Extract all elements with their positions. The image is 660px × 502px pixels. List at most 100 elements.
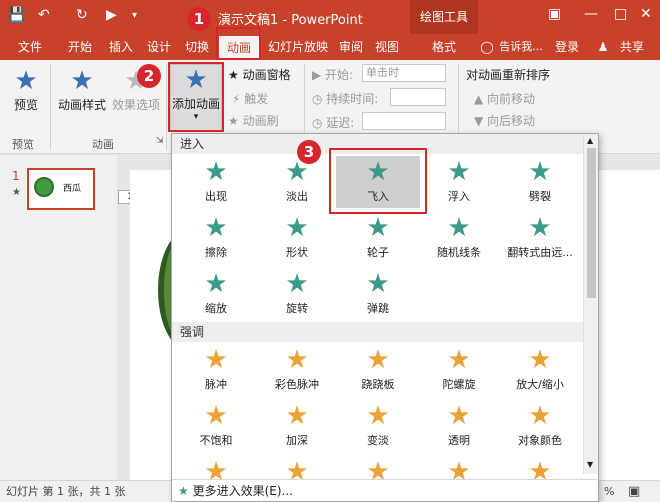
star-icon: ★ xyxy=(204,345,228,375)
animation-marker-icon: ★ xyxy=(12,187,21,198)
emphasis-effect-label: 跷跷板 xyxy=(361,378,395,391)
play-icon: ▶ xyxy=(312,68,326,82)
star-icon: ★ xyxy=(447,401,471,431)
emphasis-effect-item[interactable]: ★ 加深 xyxy=(255,400,339,452)
redo-icon[interactable]: ↻ xyxy=(76,7,88,23)
tab-home[interactable]: 开始 xyxy=(60,34,100,60)
duration-field[interactable] xyxy=(390,88,446,106)
entrance-effect-item[interactable]: ★ 淡出 xyxy=(255,156,339,208)
maximize-icon[interactable]: □ xyxy=(614,6,627,22)
star-icon: ★ xyxy=(204,157,228,187)
star-icon: ★ xyxy=(285,345,309,375)
emphasis-effect-item[interactable]: ★ 透明 xyxy=(417,400,501,452)
start-label: ▶ 开始: xyxy=(312,68,354,82)
tab-view[interactable]: 视图 xyxy=(370,34,404,60)
move-later-button[interactable]: ▼ 向后移动 xyxy=(474,112,535,129)
emphasis-effect-label: 加深 xyxy=(286,434,308,447)
emphasis-effect-item[interactable]: ★ 陀螺旋 xyxy=(417,344,501,396)
more-entrance-effects[interactable]: ★ 更多进入效果(E)... xyxy=(172,479,598,501)
entrance-effect-label: 翻转式由远... xyxy=(507,246,573,259)
emphasis-effect-item[interactable]: ★ 变淡 xyxy=(336,400,420,452)
star-icon: ★ xyxy=(447,345,471,375)
emphasis-effect-label: 陀螺旋 xyxy=(442,378,476,391)
animation-pane-button[interactable]: ★ 动画窗格 xyxy=(228,66,291,83)
preview-button[interactable]: ★ 预览 xyxy=(8,66,44,113)
scroll-thumb[interactable] xyxy=(587,148,596,298)
start-select[interactable]: 单击时 xyxy=(362,64,446,82)
ribbon-tabs: 文件 开始 插入 设计 切换 动画 幻灯片放映 审阅 视图 格式 ◯ 告诉我..… xyxy=(0,34,660,60)
tell-me-box[interactable]: 告诉我... xyxy=(496,34,546,60)
scroll-down-icon[interactable]: ▼ xyxy=(587,460,593,469)
separator xyxy=(50,64,51,150)
group-animation-label: 动画 xyxy=(92,138,114,151)
dialog-launcher-icon[interactable]: ⇲ xyxy=(156,136,164,146)
share-button[interactable]: 共享 xyxy=(612,34,652,60)
slide-info: 幻灯片 第 1 张，共 1 张 xyxy=(6,485,126,498)
entrance-effect-item[interactable]: ★ 劈裂 xyxy=(498,156,582,208)
trigger-button[interactable]: ⚡ 触发 xyxy=(232,90,268,107)
emphasis-effect-item[interactable]: ★ 放大/缩小 xyxy=(498,344,582,396)
ribbon-options-icon[interactable]: ▣ xyxy=(548,6,561,22)
window-title: 演示文稿1 - PowerPoint xyxy=(218,13,363,28)
tab-slideshow[interactable]: 幻灯片放映 xyxy=(262,34,334,60)
qat-more-icon[interactable]: ▾ xyxy=(132,10,137,21)
tab-insert[interactable]: 插入 xyxy=(104,34,138,60)
reorder-title: 对动画重新排序 xyxy=(466,68,551,82)
emphasis-effect-label: 变淡 xyxy=(367,434,389,447)
entrance-effect-item[interactable]: ★ 形状 xyxy=(255,212,339,264)
entrance-effect-item[interactable]: ★ 翻转式由远... xyxy=(498,212,582,264)
entrance-effect-label: 浮入 xyxy=(448,190,470,203)
tab-file[interactable]: 文件 xyxy=(10,34,50,60)
emphasis-effect-item[interactable]: ★ 脉冲 xyxy=(174,344,258,396)
delay-field[interactable] xyxy=(362,112,446,130)
entrance-effect-label: 旋转 xyxy=(286,302,308,315)
entrance-effect-item[interactable]: ★ 旋转 xyxy=(255,268,339,320)
entrance-effect-item[interactable]: ★ 浮入 xyxy=(417,156,501,208)
entrance-effect-item[interactable]: ★ 出现 xyxy=(174,156,258,208)
minimize-icon[interactable]: — xyxy=(584,6,598,22)
star-icon: ★ xyxy=(528,213,552,243)
entrance-effect-label: 劈裂 xyxy=(529,190,551,203)
highlight-add-animation xyxy=(168,62,224,132)
highlight-fly-in xyxy=(329,148,427,214)
entrance-effect-item[interactable]: ★ 随机线条 xyxy=(417,212,501,264)
emphasis-effect-item[interactable]: ★ 不饱和 xyxy=(174,400,258,452)
slide-number: 1 xyxy=(12,169,20,183)
zoom-level: % xyxy=(604,485,615,498)
emphasis-effect-item[interactable]: ★ 对象颜色 xyxy=(498,400,582,452)
animation-painter-button[interactable]: ★ 动画刷 xyxy=(228,112,279,129)
scroll-up-icon[interactable]: ▲ xyxy=(587,136,593,145)
tab-transitions[interactable]: 切换 xyxy=(180,34,214,60)
tab-format[interactable]: 格式 xyxy=(410,34,478,60)
tab-review[interactable]: 审阅 xyxy=(336,34,366,60)
move-earlier-button[interactable]: ▲ 向前移动 xyxy=(474,90,535,107)
entrance-effect-item[interactable]: ★ 擦除 xyxy=(174,212,258,264)
emphasis-effect-item[interactable]: ★ 彩色脉冲 xyxy=(255,344,339,396)
star-icon: ★ xyxy=(285,269,309,299)
gallery-scrollbar[interactable]: ▲ ▼ xyxy=(583,134,598,474)
star-icon: ★ xyxy=(204,269,228,299)
entrance-effect-item[interactable]: ★ 弹跳 xyxy=(336,268,420,320)
entrance-effect-item[interactable]: ★ 轮子 xyxy=(336,212,420,264)
undo-icon[interactable]: ↶ xyxy=(38,7,50,23)
animation-styles-button[interactable]: ★ 动画样式 xyxy=(56,66,108,113)
fit-slide-icon[interactable]: ▣ xyxy=(628,481,640,502)
start-from-beginning-icon[interactable]: ▶ xyxy=(106,7,117,23)
highlight-animations-tab xyxy=(216,27,261,60)
star-icon: ★ xyxy=(366,345,390,375)
watermelon-image xyxy=(34,177,54,197)
entrance-effect-label: 弹跳 xyxy=(367,302,389,315)
star-icon: ★ xyxy=(528,157,552,187)
entrance-effect-label: 形状 xyxy=(286,246,308,259)
star-icon: ★ xyxy=(447,157,471,187)
save-icon[interactable]: 💾 xyxy=(8,7,25,23)
slide-thumbnail[interactable]: 西瓜 xyxy=(27,168,95,210)
tab-design[interactable]: 设计 xyxy=(142,34,176,60)
delay-label: ◷ 延迟: xyxy=(312,116,355,130)
close-icon[interactable]: ✕ xyxy=(640,6,652,22)
star-icon: ★ xyxy=(204,213,228,243)
emphasis-effect-item[interactable]: ★ 跷跷板 xyxy=(336,344,420,396)
up-arrow-icon: ▲ xyxy=(474,92,488,106)
entrance-effect-item[interactable]: ★ 缩放 xyxy=(174,268,258,320)
sign-in-link[interactable]: 登录 xyxy=(552,34,582,60)
